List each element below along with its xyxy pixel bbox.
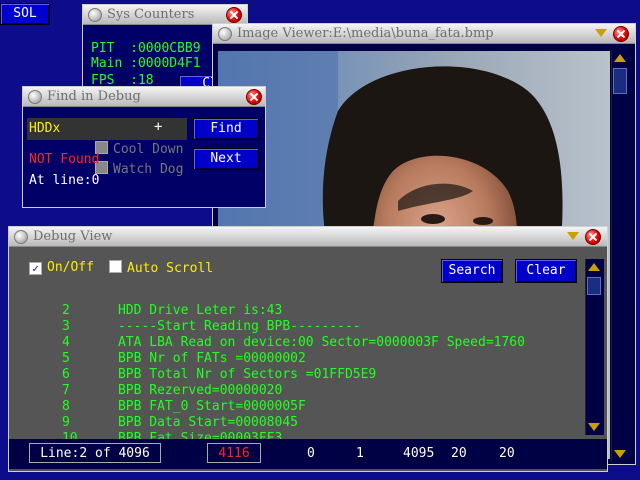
scroll-down-icon[interactable]	[614, 450, 626, 458]
log-line-text: BPB Data Start=00008045	[117, 415, 298, 430]
search-input[interactable]: HDDx +	[27, 118, 187, 140]
debug-statusbar: Line:2 of 4096 4116 0 1 4095 20 20	[9, 439, 607, 469]
search-button-label: Search	[448, 263, 496, 278]
sys-counters-title: Sys Counters	[107, 7, 195, 22]
status-value: 20	[499, 446, 515, 461]
log-line-number: 9	[61, 415, 70, 430]
search-input-value: HDDx	[29, 121, 61, 136]
debug-view-titlebar[interactable]: Debug View	[9, 227, 607, 247]
onoff-label: On/Off	[47, 260, 94, 275]
clear-button[interactable]: Clear	[515, 259, 577, 283]
scroll-down-icon[interactable]	[588, 423, 600, 431]
next-button[interactable]: Next	[193, 148, 259, 170]
find-debug-title: Find in Debug	[47, 89, 141, 104]
scroll-thumb[interactable]	[613, 68, 627, 94]
find-debug-window: Find in Debug HDDx + Find Cool Down Watc…	[22, 86, 266, 208]
log-line-number: 7	[61, 383, 70, 398]
counter-main: Main :0000D4F1	[91, 56, 201, 71]
find-at-line: At line:0	[29, 173, 100, 188]
close-icon[interactable]	[246, 89, 262, 105]
log-line: 2 HDD Drive Leter is:43	[15, 287, 583, 318]
scroll-thumb[interactable]	[587, 277, 601, 295]
find-status: NOT Found	[29, 152, 100, 167]
minimize-icon[interactable]	[595, 29, 607, 37]
next-button-label: Next	[210, 151, 242, 166]
onoff-checkbox[interactable]: ✓ On/Off	[29, 260, 94, 276]
status-value: 1	[356, 446, 364, 461]
debug-log: 2 HDD Drive Leter is:43 3 -----Start Readi…	[15, 287, 583, 446]
debug-view-title: Debug View	[33, 229, 113, 244]
find-button[interactable]: Find	[193, 118, 259, 140]
autoscroll-label: Auto Scroll	[127, 261, 214, 276]
scroll-up-icon[interactable]	[588, 263, 600, 271]
log-line-text: ATA LBA Read on device:00 Sector=0000003…	[117, 335, 525, 350]
scroll-up-icon[interactable]	[614, 54, 626, 62]
image-viewer-title: Image Viewer:E:\media\buna_fata.bmp	[237, 26, 494, 41]
window-menu-icon[interactable]	[28, 90, 42, 104]
sys-counters-titlebar[interactable]: Sys Counters	[83, 5, 247, 25]
log-line-text: BPB Total Nr of Sectors =01FFD5E9	[117, 367, 377, 382]
log-line-number: 6	[61, 367, 70, 382]
status-value: 4095	[403, 446, 435, 461]
close-icon[interactable]	[613, 26, 629, 42]
find-button-label: Find	[210, 121, 242, 136]
close-icon[interactable]	[585, 229, 601, 245]
log-line-number: 4	[61, 335, 70, 350]
window-menu-icon[interactable]	[88, 8, 102, 22]
close-icon[interactable]	[226, 7, 242, 23]
image-viewer-titlebar[interactable]: Image Viewer:E:\media\buna_fata.bmp	[213, 24, 635, 44]
text-cursor-icon: +	[154, 119, 163, 135]
log-line-number: 2	[61, 303, 70, 318]
log-line-text: BPB Nr of FATs =00000002	[117, 351, 306, 366]
find-debug-titlebar[interactable]: Find in Debug	[23, 87, 265, 107]
debug-view-window: Debug View ✓ On/Off Auto Scroll Search Cl…	[8, 226, 608, 472]
status-red-value: 4116	[207, 443, 261, 463]
log-line-text: HDD Drive Leter is:43	[117, 303, 283, 318]
counter-pit: PIT :0000CBB9	[91, 41, 201, 56]
log-line-number: 8	[61, 399, 70, 414]
log-line-text: BPB Rezerved=00000020	[117, 383, 283, 398]
status-value: 20	[451, 446, 467, 461]
log-line-number: 3	[61, 319, 70, 334]
log-line-text: BPB FAT_0 Start=0000005F	[117, 399, 306, 414]
clear-button-label: Clear	[526, 263, 566, 278]
status-line-count-text: Line:2 of 4096	[40, 446, 150, 461]
watch-dog-checkbox[interactable]: Watch Dog	[95, 161, 183, 177]
sol-button-label: SOL	[13, 6, 37, 21]
autoscroll-checkbox[interactable]: Auto Scroll	[109, 260, 213, 277]
debug-scrollbar[interactable]	[585, 259, 604, 435]
log-line-text: -----Start Reading BPB---------	[117, 319, 361, 334]
status-line-count: Line:2 of 4096	[29, 443, 161, 463]
cool-down-label: Cool Down	[113, 142, 184, 157]
minimize-icon[interactable]	[567, 232, 579, 240]
status-red-text: 4116	[218, 446, 250, 461]
autoscroll-box[interactable]	[109, 260, 122, 273]
sol-button[interactable]: SOL	[0, 3, 50, 25]
window-menu-icon[interactable]	[218, 27, 232, 41]
watch-dog-label: Watch Dog	[113, 162, 184, 177]
log-line-number: 5	[61, 351, 70, 366]
checkmark-icon[interactable]: ✓	[29, 262, 42, 275]
status-value: 0	[307, 446, 315, 461]
image-viewer-scrollbar[interactable]	[611, 50, 630, 462]
search-button[interactable]: Search	[441, 259, 503, 283]
window-menu-icon[interactable]	[14, 230, 28, 244]
cool-down-checkbox[interactable]: Cool Down	[95, 141, 183, 157]
